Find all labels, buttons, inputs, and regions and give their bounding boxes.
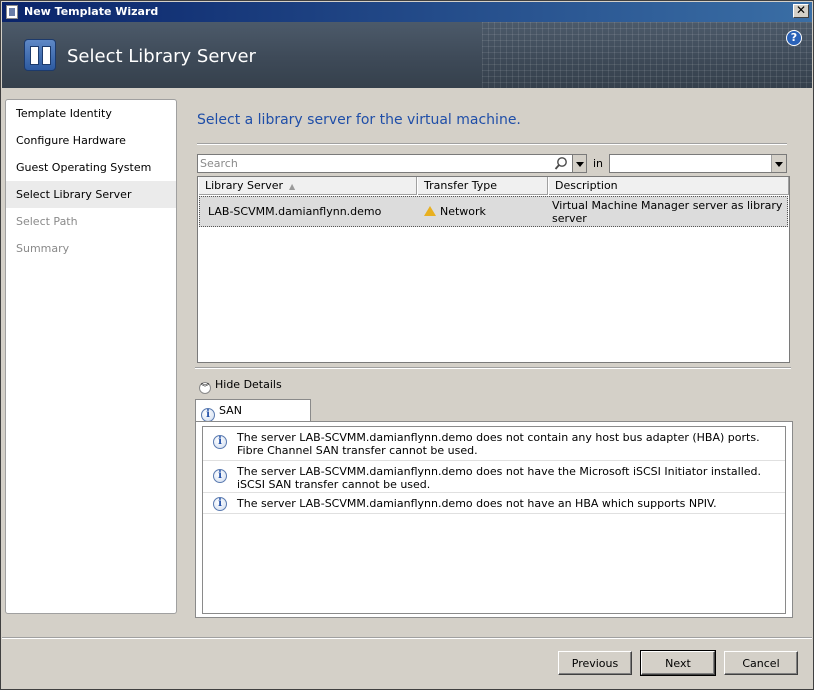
wizard-window: New Template Wizard ✕ Select Library Ser…	[0, 0, 814, 690]
info-icon: i	[213, 469, 227, 483]
nav-item-select-library-server[interactable]: Select Library Server	[6, 181, 176, 208]
search-scope-select[interactable]	[609, 154, 787, 173]
wizard-steps-nav: Template Identity Configure Hardware Gue…	[5, 99, 177, 614]
library-server-icon	[24, 39, 56, 71]
nav-item-guest-os[interactable]: Guest Operating System	[6, 154, 176, 181]
info-icon: i	[213, 497, 227, 511]
search-box	[197, 154, 573, 173]
info-icon: i	[213, 435, 227, 449]
nav-item-summary: Summary	[16, 242, 70, 255]
search-input[interactable]	[200, 156, 550, 171]
chevron-down-icon[interactable]	[771, 155, 786, 172]
search-icon[interactable]	[554, 156, 568, 171]
library-server-grid: Library Server ▲ Transfer Type Descriptio…	[197, 176, 790, 363]
column-header-library-server[interactable]: Library Server ▲	[198, 177, 417, 195]
list-item: i The server LAB-SCVMM.damianflynn.demo …	[203, 461, 785, 493]
nav-item-template-identity[interactable]: Template Identity	[6, 100, 176, 127]
nav-item-select-path: Select Path	[16, 215, 78, 228]
details-panel: i The server LAB-SCVMM.damianflynn.demo …	[195, 421, 793, 618]
close-button[interactable]: ✕	[793, 4, 809, 18]
info-icon: i	[201, 408, 215, 422]
list-item: i The server LAB-SCVMM.damianflynn.demo …	[203, 427, 785, 461]
column-header-transfer-type[interactable]: Transfer Type	[417, 177, 548, 195]
title-bar[interactable]: New Template Wizard ✕	[2, 2, 812, 22]
table-row[interactable]: LAB-SCVMM.damianflynn.demo Network Virtu…	[199, 196, 788, 227]
previous-button[interactable]: Previous	[558, 651, 632, 675]
hide-details-toggle[interactable]: ︾ Hide Details	[199, 378, 282, 394]
server-name-cell: LAB-SCVMM.damianflynn.demo	[208, 205, 382, 218]
column-header-description[interactable]: Description	[548, 177, 789, 195]
list-item: i The server LAB-SCVMM.damianflynn.demo …	[203, 493, 785, 514]
chevron-double-down-icon: ︾	[199, 382, 211, 394]
help-icon[interactable]: ?	[786, 30, 802, 46]
search-options-dropdown[interactable]	[573, 154, 587, 173]
message-text: The server LAB-SCVMM.damianflynn.demo do…	[237, 465, 762, 491]
cancel-button[interactable]: Cancel	[724, 651, 798, 675]
next-button[interactable]: Next	[640, 650, 716, 676]
warning-icon	[424, 206, 436, 216]
footer-divider	[2, 637, 812, 639]
message-text: The server LAB-SCVMM.damianflynn.demo do…	[237, 497, 717, 510]
divider	[195, 367, 791, 369]
divider	[197, 143, 787, 145]
banner-grid-pattern	[482, 22, 812, 88]
tab-san-explanation[interactable]: iSAN Explanation	[195, 399, 311, 439]
in-label: in	[593, 157, 604, 170]
description-cell: Virtual Machine Manager server as librar…	[552, 199, 783, 225]
san-messages-list: i The server LAB-SCVMM.damianflynn.demo …	[202, 426, 786, 614]
transfer-type-cell: Network	[424, 205, 486, 218]
page-title: Select Library Server	[67, 46, 256, 67]
grid-header: Library Server ▲ Transfer Type Descriptio…	[198, 177, 789, 195]
window-title: New Template Wizard	[24, 5, 159, 18]
header-banner: Select Library Server ?	[2, 22, 812, 88]
section-heading: Select a library server for the virtual …	[197, 112, 521, 128]
message-text: The server LAB-SCVMM.damianflynn.demo do…	[237, 431, 760, 457]
sort-ascending-icon: ▲	[289, 182, 296, 191]
wizard-app-icon	[6, 5, 18, 19]
nav-item-configure-hardware[interactable]: Configure Hardware	[6, 127, 176, 154]
